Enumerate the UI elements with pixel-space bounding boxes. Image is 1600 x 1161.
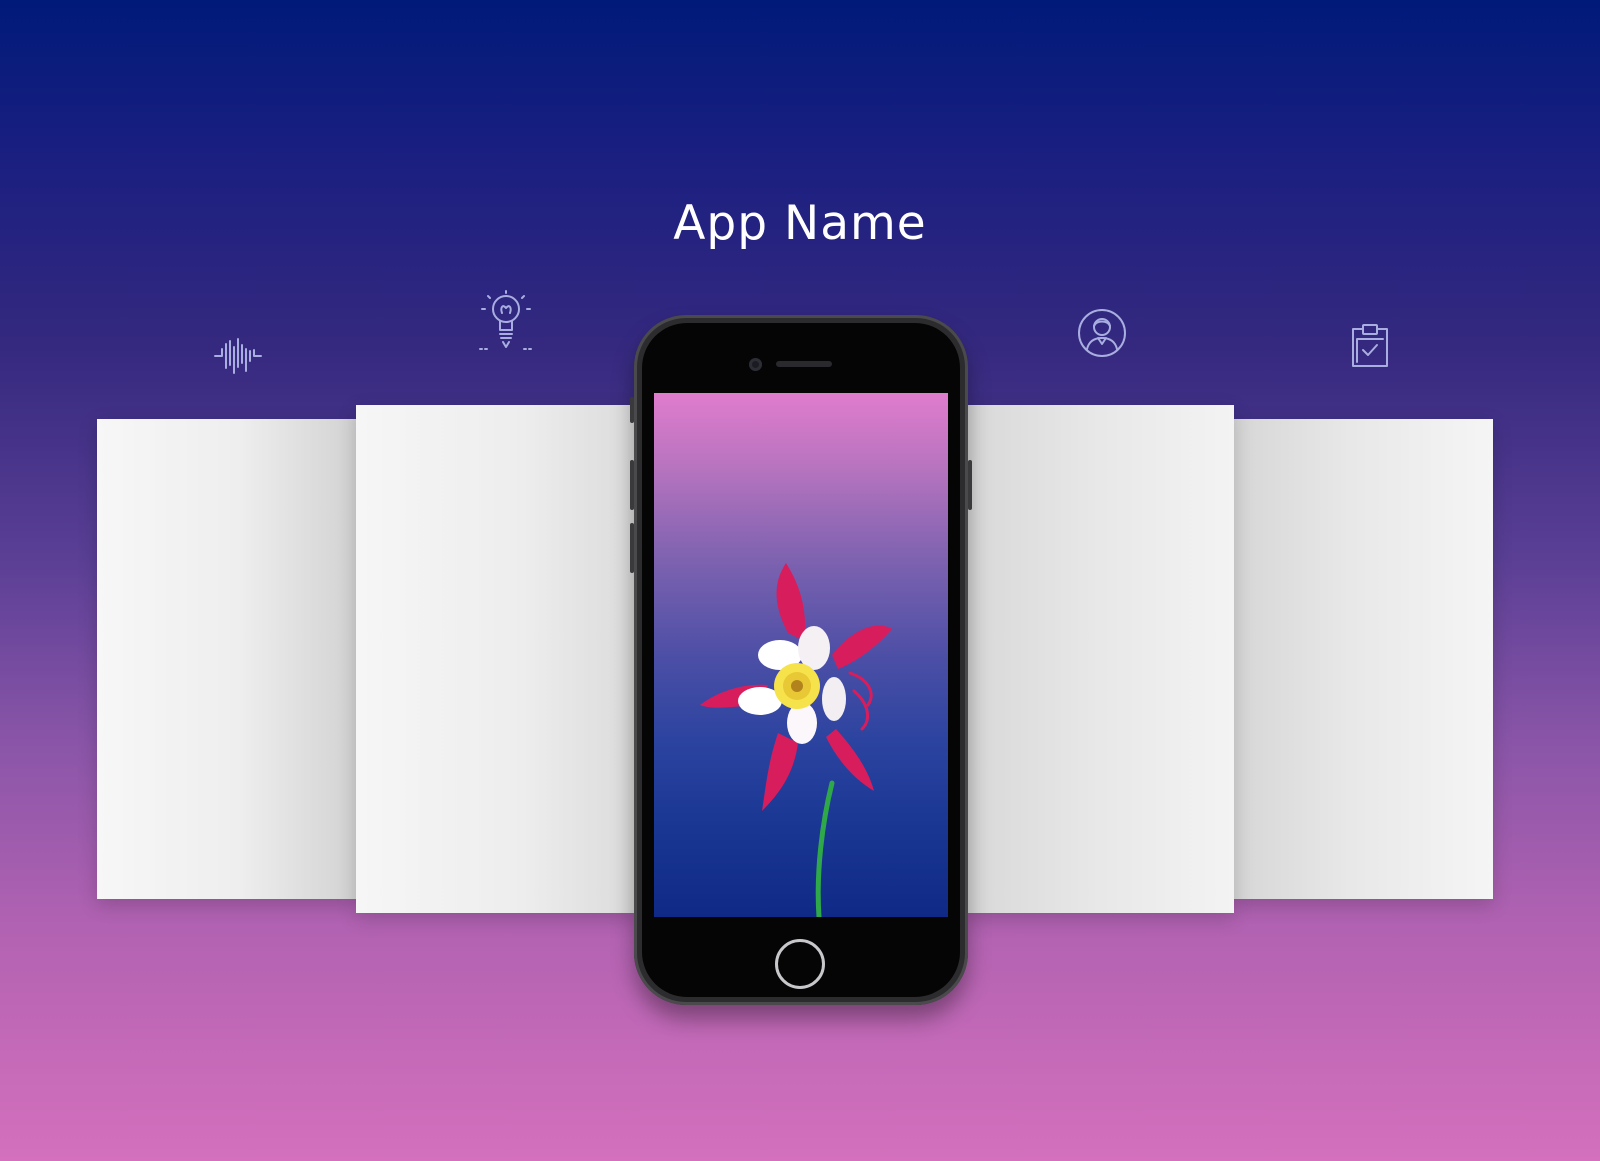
volume-down-button xyxy=(630,523,634,573)
screenshot-card-1 xyxy=(97,419,357,899)
flower-wallpaper xyxy=(700,563,892,917)
user-profile-icon xyxy=(1077,308,1127,358)
clipboard-check-icon xyxy=(1350,324,1390,368)
home-button[interactable] xyxy=(775,939,825,989)
camera-icon xyxy=(749,358,762,371)
waveform-icon xyxy=(214,337,262,375)
earpiece-speaker xyxy=(776,361,832,367)
app-name-title: App Name xyxy=(673,196,927,251)
screenshot-card-4 xyxy=(1233,419,1493,899)
lightbulb-icon xyxy=(478,290,534,354)
volume-up-button xyxy=(630,460,634,510)
screenshot-card-2 xyxy=(356,405,636,913)
phone-mockup xyxy=(630,315,972,1005)
screenshot-card-3 xyxy=(966,405,1234,913)
phone-face xyxy=(642,323,960,997)
power-button xyxy=(968,460,972,510)
phone-screen xyxy=(654,393,948,917)
mute-switch xyxy=(630,397,634,423)
